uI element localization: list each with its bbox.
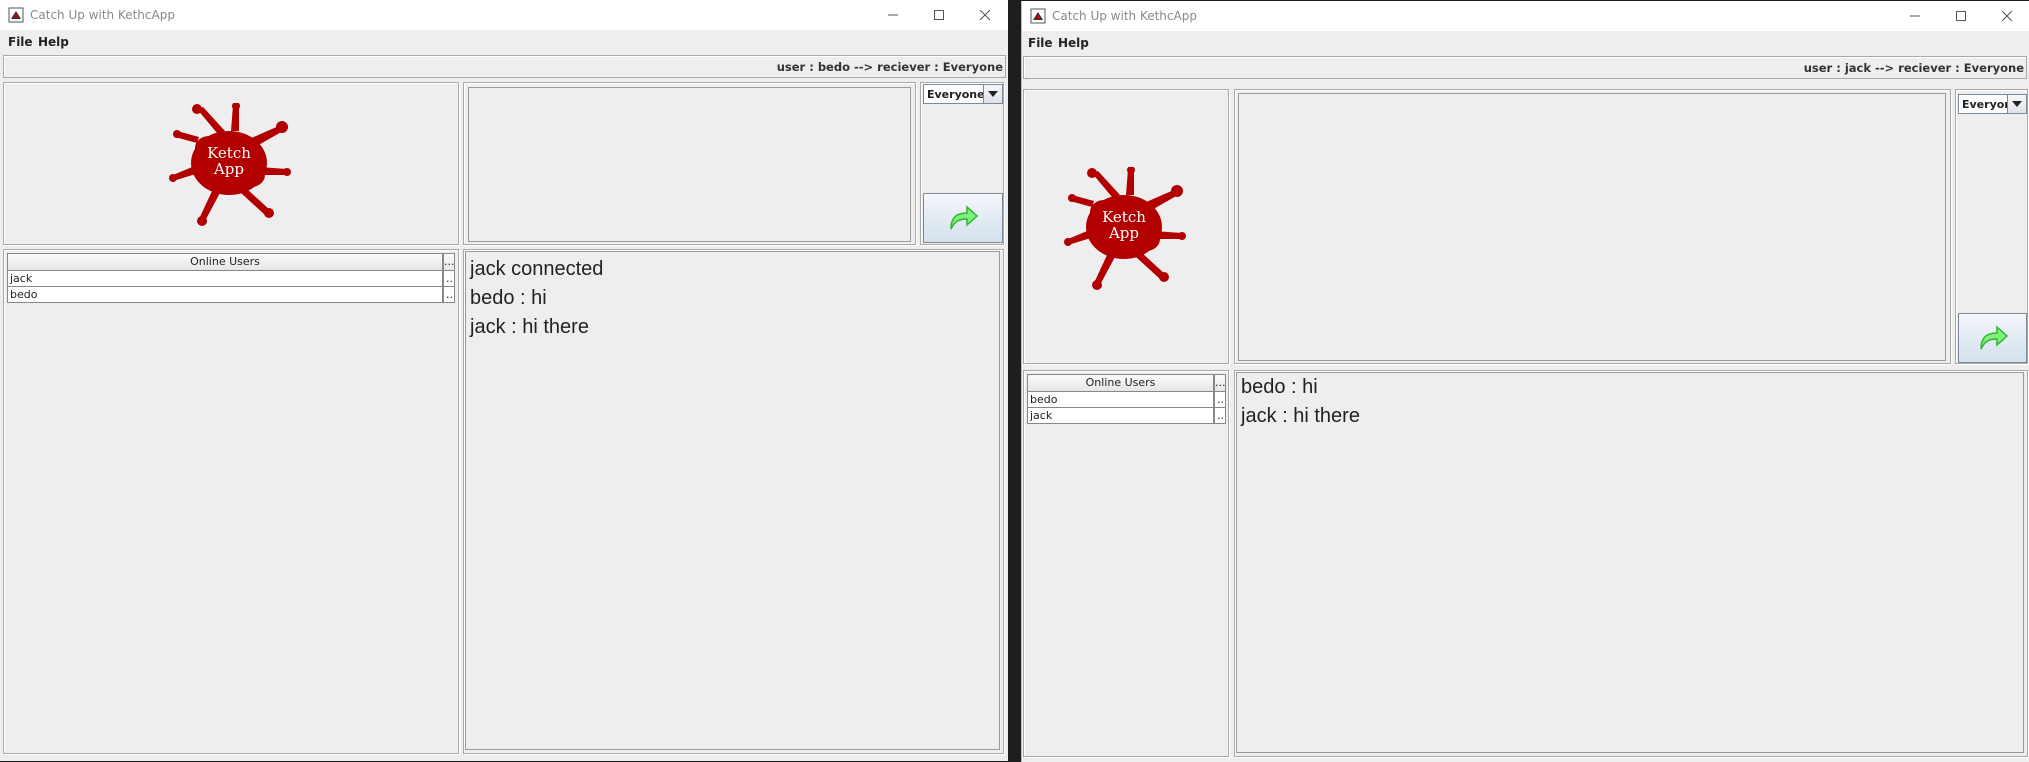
table-header-online-users[interactable]: Online Users [1027, 374, 1214, 392]
status-text: user : bedo --> reciever : Everyone [776, 60, 1003, 74]
menu-help[interactable]: Help [38, 35, 69, 49]
chat-window-jack: Catch Up with KethcApp File Help user : … [1021, 1, 2029, 762]
send-button[interactable] [1958, 313, 2027, 363]
send-button[interactable] [923, 193, 1003, 243]
dropdown-arrow-icon[interactable] [983, 85, 1002, 103]
chat-message: bedo : hi [470, 287, 547, 309]
table-row[interactable]: bedo ... [1027, 392, 1226, 408]
close-icon [979, 9, 991, 21]
message-input[interactable] [468, 87, 911, 242]
menu-bar: File Help [1022, 31, 2029, 54]
user-name-cell[interactable]: bedo [7, 287, 443, 303]
chat-window-bedo: Catch Up with KethcApp File Help user : … [0, 0, 1008, 761]
app-icon [1030, 8, 1046, 24]
user-extra-cell[interactable]: ... [1214, 408, 1226, 424]
user-extra-cell[interactable]: ... [1214, 392, 1226, 408]
maximize-button[interactable] [916, 0, 962, 30]
send-controls-panel: Everyone [920, 82, 1004, 245]
close-icon [2001, 10, 2013, 22]
app-icon [8, 7, 24, 23]
minimize-icon [888, 14, 898, 16]
receiver-select[interactable]: Everyone [923, 84, 1003, 104]
minimize-button[interactable] [870, 0, 916, 30]
menu-bar: File Help [0, 30, 1008, 53]
user-name-cell[interactable]: jack [1027, 408, 1214, 424]
maximize-icon [934, 10, 944, 20]
menu-file[interactable]: File [8, 35, 33, 49]
chat-log-panel: jack connected bedo : hi jack : hi there [463, 249, 1004, 754]
online-users-table: Online Users ... jack ... bedo ... [7, 253, 455, 750]
table-row[interactable]: bedo ... [7, 287, 455, 303]
chat-log[interactable]: bedo : hi jack : hi there [1236, 372, 2024, 753]
window-title: Catch Up with KethcApp [30, 8, 175, 22]
maximize-icon [1956, 11, 1966, 21]
maximize-button[interactable] [1938, 1, 1984, 31]
chat-message: jack : hi there [1241, 405, 1360, 427]
close-button[interactable] [1984, 1, 2029, 31]
table-header-online-users[interactable]: Online Users [7, 253, 443, 271]
user-extra-cell[interactable]: ... [443, 271, 455, 287]
ketchapp-logo: Ketch App [1064, 167, 1186, 290]
minimize-button[interactable] [1892, 1, 1938, 31]
send-controls-panel: Everyone [1955, 89, 2028, 364]
dropdown-arrow-icon[interactable] [2007, 95, 2026, 113]
logo-text-app: App [213, 160, 244, 178]
user-name-cell[interactable]: bedo [1027, 392, 1214, 408]
user-name-cell[interactable]: jack [7, 271, 443, 287]
receiver-select[interactable]: Everyone [1958, 94, 2027, 114]
title-bar[interactable]: Catch Up with KethcApp [0, 0, 1008, 30]
chat-message: jack connected [470, 258, 604, 280]
menu-help[interactable]: Help [1058, 36, 1089, 50]
chat-log[interactable]: jack connected bedo : hi jack : hi there [465, 251, 1000, 750]
receiver-select-value: Everyone [927, 88, 985, 101]
table-row[interactable]: jack ... [7, 271, 455, 287]
table-row[interactable]: jack ... [1027, 408, 1226, 424]
ketchapp-logo: Ketch App [169, 103, 291, 226]
chat-message: jack : hi there [470, 316, 589, 338]
table-header-extra[interactable]: ... [443, 253, 455, 271]
logo-text-app: App [1108, 224, 1139, 242]
logo-panel: Ketch App [3, 82, 459, 245]
message-input[interactable] [1238, 93, 1946, 361]
chat-message: bedo : hi [1241, 376, 1318, 398]
online-users-panel: Online Users ... bedo ... jack ... [1023, 370, 1229, 757]
close-button[interactable] [962, 0, 1008, 30]
table-header-extra[interactable]: ... [1214, 374, 1226, 392]
message-input-panel [463, 82, 916, 245]
status-bar: user : bedo --> reciever : Everyone [3, 55, 1006, 78]
status-bar: user : jack --> reciever : Everyone [1023, 56, 2027, 79]
online-users-table: Online Users ... bedo ... jack ... [1027, 374, 1226, 754]
window-title: Catch Up with KethcApp [1052, 9, 1197, 23]
minimize-icon [1910, 15, 1920, 17]
curved-arrow-icon [950, 205, 979, 230]
status-text: user : jack --> reciever : Everyone [1803, 61, 2024, 75]
chat-log-panel: bedo : hi jack : hi there [1234, 370, 2028, 757]
message-input-panel [1234, 89, 1951, 364]
curved-arrow-icon [1979, 325, 2008, 350]
user-extra-cell[interactable]: ... [443, 287, 455, 303]
menu-file[interactable]: File [1028, 36, 1053, 50]
online-users-panel: Online Users ... jack ... bedo ... [3, 249, 459, 754]
title-bar[interactable]: Catch Up with KethcApp [1022, 1, 2029, 31]
logo-panel: Ketch App [1023, 89, 1229, 364]
